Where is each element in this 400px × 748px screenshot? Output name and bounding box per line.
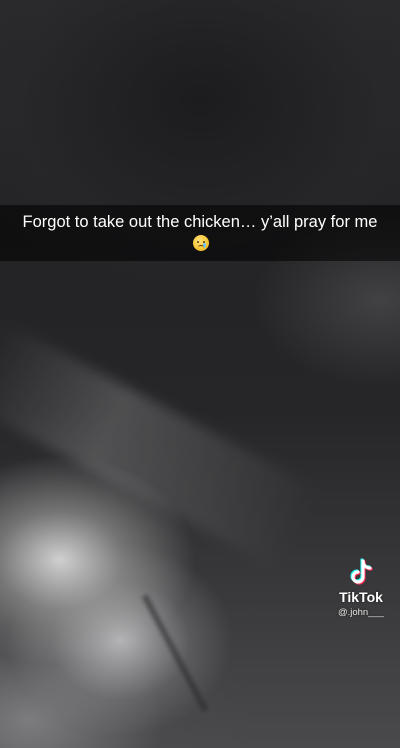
caption-text-block: Forgot to take out the chicken… y’all pr… bbox=[14, 211, 386, 255]
tiktok-brand-name: TikTok bbox=[339, 589, 383, 605]
tiktok-user-handle: @.john___ bbox=[337, 607, 385, 618]
video-frame: Forgot to take out the chicken… y’all pr… bbox=[0, 0, 400, 748]
tiktok-logo-icon bbox=[350, 558, 373, 585]
caption-bar: Forgot to take out the chicken… y’all pr… bbox=[0, 205, 400, 261]
caption-text: Forgot to take out the chicken… y’all pr… bbox=[22, 213, 378, 231]
tiktok-watermark: TikTok @.john___ bbox=[326, 558, 396, 618]
crying-face-icon bbox=[193, 235, 209, 251]
